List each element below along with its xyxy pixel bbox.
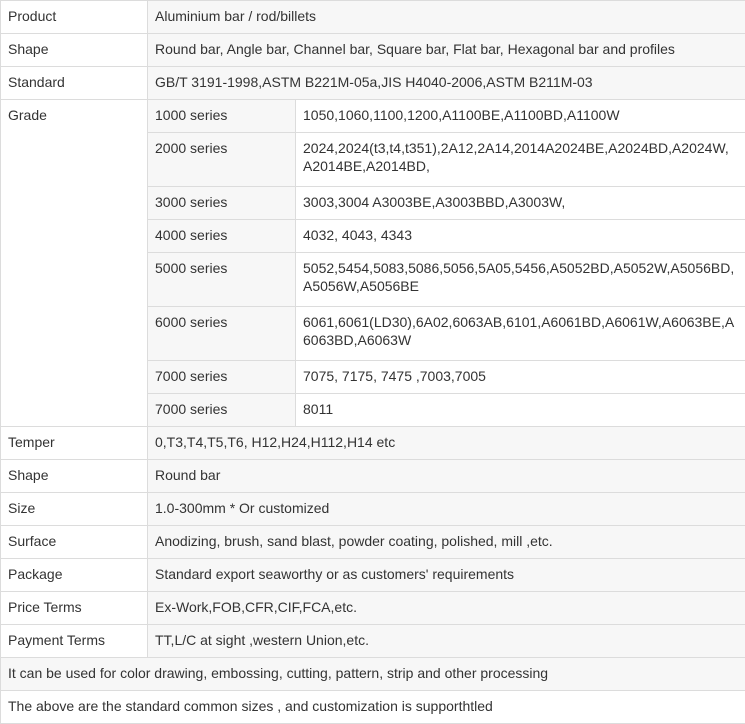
grade-series-value: 8011 [296,394,745,427]
table-row-standard: Standard GB/T 3191-1998,ASTM B221M-05a,J… [1,67,745,100]
row-value-product: Aluminium bar / rod/billets [148,1,745,34]
table-row-package: Package Standard export seaworthy or as … [1,559,745,592]
row-value-price-terms: Ex-Work,FOB,CFR,CIF,FCA,etc. [148,592,745,625]
grade-series-name: 1000 series [148,100,296,133]
table-row-shape: Shape Round bar, Angle bar, Channel bar,… [1,34,745,67]
spec-table: Product Aluminium bar / rod/billets Shap… [0,0,745,724]
row-label-package: Package [1,559,148,592]
table-row-price-terms: Price Terms Ex-Work,FOB,CFR,CIF,FCA,etc. [1,592,745,625]
grade-series-name: 4000 series [148,220,296,253]
grade-series-value: 1050,1060,1100,1200,A1100BE,A1100BD,A110… [296,100,745,133]
grade-series-name: 5000 series [148,253,296,307]
grade-series-name: 2000 series [148,133,296,187]
table-row-product: Product Aluminium bar / rod/billets [1,1,745,34]
grade-series-value: 7075, 7175, 7475 ,7003,7005 [296,361,745,394]
grade-series-value: 4032, 4043, 4343 [296,220,745,253]
table-row-size: Size 1.0-300mm * Or customized [1,493,745,526]
grade-series-name: 7000 series [148,394,296,427]
grade-series-value: 6061,6061(LD30),6A02,6063AB,6101,A6061BD… [296,307,745,361]
table-row-grade-1000: Grade 1000 series 1050,1060,1100,1200,A1… [1,100,745,133]
row-label-shape: Shape [1,460,148,493]
row-label-product: Product [1,1,148,34]
row-value-temper: 0,T3,T4,T5,T6, H12,H24,H112,H14 etc [148,427,745,460]
table-row-payment-terms: Payment Terms TT,L/C at sight ,western U… [1,625,745,658]
row-value-payment-terms: TT,L/C at sight ,western Union,etc. [148,625,745,658]
grade-series-value: 3003,3004 A3003BE,A3003BBD,A3003W, [296,187,745,220]
row-value-size: 1.0-300mm * Or customized [148,493,745,526]
grade-series-name: 7000 series [148,361,296,394]
row-label-shape: Shape [1,34,148,67]
note-processing: It can be used for color drawing, emboss… [1,658,745,691]
row-label-surface: Surface [1,526,148,559]
note-customization: The above are the standard common sizes … [1,691,745,724]
grade-series-value: 2024,2024(t3,t4,t351),2A12,2A14,2014A202… [296,133,745,187]
grade-series-value: 5052,5454,5083,5086,5056,5A05,5456,A5052… [296,253,745,307]
row-label-standard: Standard [1,67,148,100]
row-label-price-terms: Price Terms [1,592,148,625]
table-row-note: It can be used for color drawing, emboss… [1,658,745,691]
row-label-size: Size [1,493,148,526]
row-label-temper: Temper [1,427,148,460]
row-value-package: Standard export seaworthy or as customer… [148,559,745,592]
row-value-surface: Anodizing, brush, sand blast, powder coa… [148,526,745,559]
grade-series-name: 3000 series [148,187,296,220]
table-row-surface: Surface Anodizing, brush, sand blast, po… [1,526,745,559]
row-value-standard: GB/T 3191-1998,ASTM B221M-05a,JIS H4040-… [148,67,745,100]
row-label-payment-terms: Payment Terms [1,625,148,658]
table-row-temper: Temper 0,T3,T4,T5,T6, H12,H24,H112,H14 e… [1,427,745,460]
row-value-shape: Round bar [148,460,745,493]
grade-series-name: 6000 series [148,307,296,361]
row-value-shape: Round bar, Angle bar, Channel bar, Squar… [148,34,745,67]
table-row-shape-2: Shape Round bar [1,460,745,493]
table-row-note: The above are the standard common sizes … [1,691,745,724]
row-label-grade: Grade [1,100,148,427]
